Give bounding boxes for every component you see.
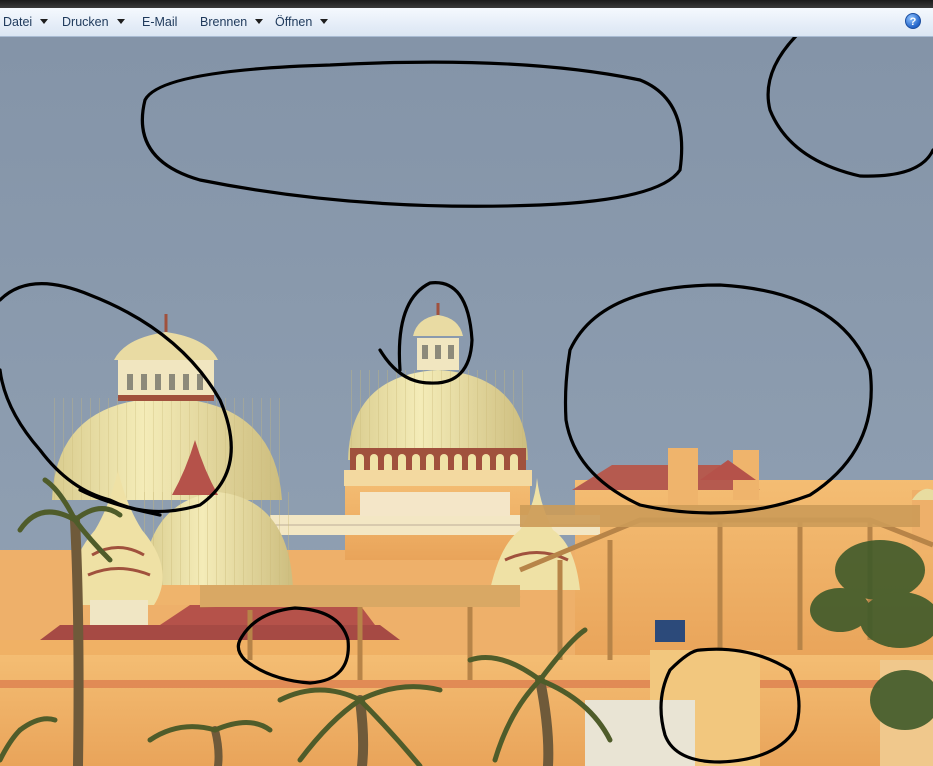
menu-email-label: E-Mail: [142, 15, 178, 29]
chevron-down-icon: [320, 19, 329, 25]
chevron-down-icon: [255, 19, 264, 25]
menu-datei[interactable]: Datei: [3, 8, 49, 36]
menu-datei-label: Datei: [3, 15, 33, 29]
window-top-edge: [0, 0, 933, 8]
chevron-down-icon: [116, 19, 125, 25]
help-icon[interactable]: ?: [905, 13, 921, 29]
menu-oeffnen-label: Öffnen: [275, 15, 313, 29]
menu-brennen-label: Brennen: [200, 15, 248, 29]
menu-drucken[interactable]: Drucken: [62, 8, 125, 36]
menu-oeffnen[interactable]: Öffnen: [275, 8, 329, 36]
photo-image: [0, 37, 933, 766]
menu-drucken-label: Drucken: [62, 15, 109, 29]
menu-email[interactable]: E-Mail: [142, 8, 177, 36]
menu-brennen[interactable]: Brennen: [200, 8, 264, 36]
chevron-down-icon: [40, 19, 49, 25]
viewer-toolbar: Datei Drucken E-Mail Brennen Öffnen ?: [0, 8, 933, 37]
